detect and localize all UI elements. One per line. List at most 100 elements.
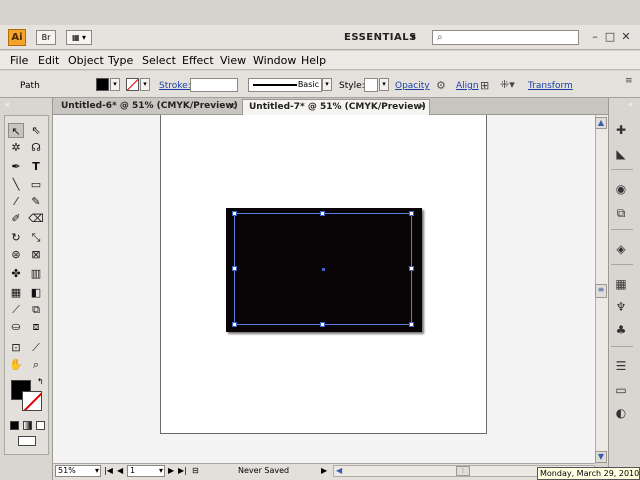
lasso-tool-icon[interactable]: ☊ — [28, 140, 44, 155]
menu-file[interactable]: File — [10, 54, 28, 67]
close-button[interactable]: ✕ — [619, 30, 633, 43]
appearance-icon[interactable]: ◉ — [612, 181, 630, 197]
resize-handle[interactable] — [320, 322, 325, 327]
align-link[interactable]: Align — [456, 81, 479, 91]
menu-help[interactable]: Help — [301, 54, 326, 67]
pencil-tool-icon[interactable]: ✎ — [28, 194, 44, 209]
stroke-weight-field[interactable] — [190, 78, 238, 92]
collapse-icon[interactable]: « — [5, 100, 10, 109]
bridge-button[interactable]: Br — [36, 30, 56, 45]
workspace-switcher[interactable]: ESSENTIALS — [338, 29, 420, 47]
swap-fill-stroke-icon[interactable]: ↰ — [37, 377, 44, 386]
artboard-tool-icon[interactable]: ⊡ — [8, 340, 24, 355]
stroke-color-box[interactable] — [22, 391, 42, 411]
slice-tool-icon[interactable]: ⟋ — [28, 340, 44, 355]
panel-menu-icon[interactable]: ≡ — [625, 76, 633, 86]
page-number-field[interactable]: 1 ▾ — [127, 465, 165, 477]
transform-link[interactable]: Transform — [528, 81, 573, 91]
menu-object[interactable]: Object — [68, 54, 104, 67]
resize-handle[interactable] — [409, 266, 414, 271]
menu-window[interactable]: Window — [253, 54, 296, 67]
stroke-panel-link[interactable]: Stroke: — [159, 81, 191, 91]
next-page-icon[interactable]: ▶ — [168, 466, 174, 475]
scroll-thumb[interactable]: ≡ — [595, 284, 607, 298]
status-menu-icon[interactable]: ▶ — [321, 466, 327, 475]
mesh-tool-icon[interactable]: ▦ — [8, 285, 24, 300]
scroll-up-button[interactable]: ▲ — [595, 117, 607, 129]
stroke-swatch-dropdown[interactable]: ▾ — [140, 78, 150, 91]
live-paint-selection-tool-icon[interactable]: ⧈ — [28, 319, 44, 334]
gradient-mode-icon[interactable] — [23, 421, 32, 430]
zoom-tool-icon[interactable]: ⌕ — [28, 357, 44, 372]
eyedropper-tool-icon[interactable]: ⟋ — [8, 302, 24, 317]
style-swatch[interactable] — [364, 78, 378, 92]
gradient-panel-icon[interactable]: ▭ — [612, 382, 630, 398]
resize-handle[interactable] — [232, 322, 237, 327]
reference-point-icon[interactable]: ⁜▾ — [500, 78, 515, 91]
menu-type[interactable]: Type — [108, 54, 133, 67]
horizontal-scroll-thumb[interactable]: ⦙ — [456, 466, 470, 476]
scale-tool-icon[interactable]: ⤡ — [28, 230, 44, 245]
fill-swatch[interactable] — [96, 78, 109, 91]
last-page-icon[interactable]: ▶| — [178, 466, 187, 475]
scroll-left-button[interactable]: ◀ — [336, 466, 342, 475]
brush-definition[interactable]: Basic — [248, 78, 322, 92]
color-mode-icon[interactable] — [10, 421, 19, 430]
free-transform-tool-icon[interactable]: ⊠ — [28, 247, 44, 262]
search-input[interactable]: ⌕ — [432, 30, 579, 45]
menu-effect[interactable]: Effect — [182, 54, 214, 67]
minimize-button[interactable]: – — [588, 30, 602, 43]
column-graph-tool-icon[interactable]: ▥ — [28, 266, 44, 281]
gradient-tool-icon[interactable]: ◧ — [28, 285, 44, 300]
color-panel-icon[interactable]: ◣ — [612, 146, 630, 162]
rotate-tool-icon[interactable]: ↻ — [8, 230, 24, 245]
symbol-sprayer-tool-icon[interactable]: ✤ — [8, 266, 24, 281]
line-tool-icon[interactable]: ╲ — [8, 177, 24, 192]
opacity-link[interactable]: Opacity — [395, 81, 430, 91]
expand-panels-icon[interactable]: « — [628, 100, 633, 109]
close-tab-icon[interactable]: × — [228, 99, 236, 114]
paintbrush-tool-icon[interactable]: ⁄ — [8, 194, 24, 209]
pen-tool-icon[interactable]: ✒ — [8, 159, 24, 174]
selection-tool-icon[interactable]: ↖ — [8, 123, 24, 138]
scroll-down-button[interactable]: ▼ — [595, 451, 607, 463]
resize-handle[interactable] — [409, 322, 414, 327]
arrange-documents-icon[interactable]: ▦ ▾ — [66, 30, 92, 45]
align-icon[interactable]: ⊞ — [480, 79, 489, 92]
style-dropdown[interactable]: ▾ — [379, 78, 389, 91]
warp-tool-icon[interactable]: ⊛ — [8, 247, 24, 262]
brushes-icon[interactable]: ♆ — [612, 299, 630, 315]
resize-handle[interactable] — [232, 266, 237, 271]
brush-dropdown[interactable]: ▾ — [322, 78, 332, 91]
rectangle-tool-icon[interactable]: ▭ — [28, 177, 44, 192]
direct-selection-tool-icon[interactable]: ⇖ — [28, 123, 44, 138]
live-paint-bucket-tool-icon[interactable]: ⛀ — [8, 319, 24, 334]
maximize-button[interactable]: □ — [603, 30, 617, 43]
symbols-icon[interactable]: ♣ — [612, 322, 630, 338]
blob-brush-tool-icon[interactable]: ✐ — [8, 211, 24, 226]
type-tool-icon[interactable]: T — [28, 159, 44, 174]
none-mode-icon[interactable] — [36, 421, 45, 430]
menu-edit[interactable]: Edit — [38, 54, 59, 67]
color-guide-icon[interactable]: ✚ — [612, 122, 630, 138]
menu-select[interactable]: Select — [142, 54, 176, 67]
first-page-icon[interactable]: |◀ — [104, 466, 113, 475]
blend-tool-icon[interactable]: ⧉ — [28, 302, 44, 317]
graphic-styles-icon[interactable]: ⧉ — [612, 205, 630, 221]
previous-page-icon[interactable]: ◀ — [117, 466, 123, 475]
stroke-panel-icon[interactable]: ☰ — [612, 358, 630, 374]
close-tab-icon[interactable]: × — [418, 99, 426, 114]
recolor-icon[interactable]: ⚙ — [436, 79, 446, 92]
zoom-level-field[interactable]: 51% ▾ — [55, 465, 101, 477]
resize-handle[interactable] — [409, 211, 414, 216]
tab-untitled-7[interactable]: Untitled-7* @ 51% (CMYK/Preview) — [242, 99, 430, 115]
transparency-icon[interactable]: ◐ — [612, 405, 630, 421]
fill-dropdown[interactable]: ▾ — [110, 78, 120, 91]
resize-handle[interactable] — [232, 211, 237, 216]
swatches-icon[interactable]: ▦ — [612, 276, 630, 292]
document-icon[interactable]: ⊟ — [192, 466, 199, 475]
stroke-swatch[interactable] — [126, 78, 139, 91]
eraser-tool-icon[interactable]: ⌫ — [28, 211, 44, 226]
menu-view[interactable]: View — [220, 54, 246, 67]
resize-handle[interactable] — [320, 211, 325, 216]
